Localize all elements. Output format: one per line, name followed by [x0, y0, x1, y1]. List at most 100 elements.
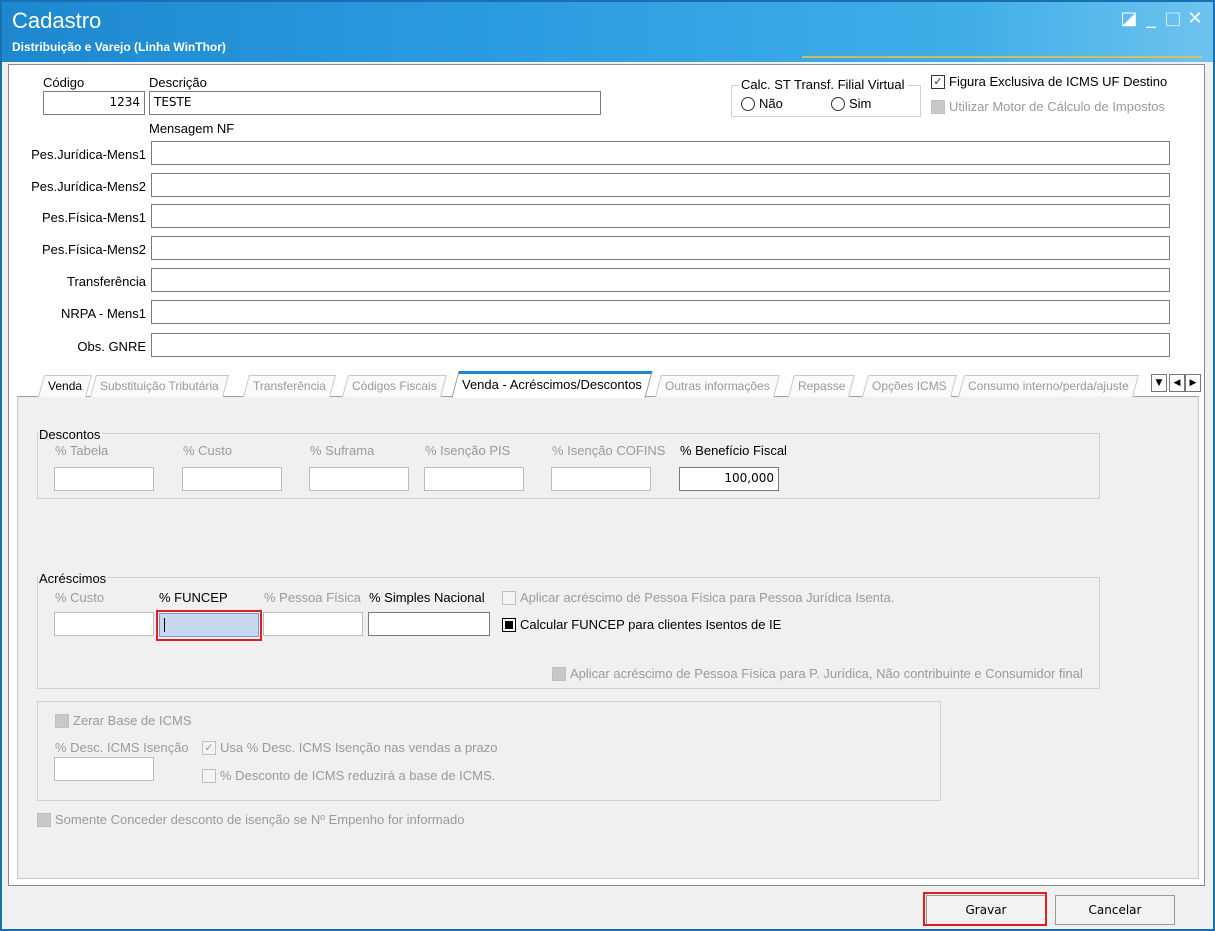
descontos-label: Descontos: [39, 427, 103, 442]
tab-scroll-right-icon[interactable]: ▶: [1185, 374, 1201, 392]
radio-nao[interactable]: [741, 97, 755, 111]
desconto-reduzira-label: % Desconto de ICMS reduzirá a base de IC…: [220, 768, 496, 783]
window-subtitle: Distribuição e Varejo (Linha WinThor): [12, 40, 226, 54]
desc-icms-isencao-input[interactable]: [54, 757, 154, 781]
tab-repasse-label: Repasse: [798, 379, 846, 393]
msg-input-gnre[interactable]: [151, 333, 1170, 357]
close-icon[interactable]: ✕: [1184, 8, 1206, 30]
msg-label-gnre: Obs. GNRE: [77, 339, 146, 354]
restore-icon[interactable]: ◪: [1118, 8, 1140, 30]
window-title: Cadastro: [12, 8, 102, 33]
codigo-label: Código: [43, 75, 85, 90]
tab-outras-informacoes[interactable]: Outras informações: [655, 375, 780, 397]
title-accent-line: [802, 56, 1202, 58]
tab-dropdown-icon[interactable]: ▼: [1151, 374, 1167, 392]
codigo-input[interactable]: 1234: [43, 91, 145, 115]
msg-label-pj1: Pes.Jurídica-Mens1: [31, 147, 146, 162]
desc-isencao-cofins-label: % Isenção COFINS: [552, 443, 666, 458]
msg-input-pf2[interactable]: [151, 236, 1170, 260]
aplicar-pf-pj-isenta-checkbox[interactable]: [502, 591, 516, 605]
acr-custo-input[interactable]: [54, 612, 154, 636]
tab-repasse[interactable]: Repasse: [788, 375, 856, 397]
desc-custo-input[interactable]: [182, 467, 282, 491]
desconto-reduzira-checkbox[interactable]: [202, 769, 216, 783]
msg-label-pf1: Pes.Física-Mens1: [41, 210, 146, 225]
desc-tabela-label: % Tabela: [55, 443, 109, 458]
usa-desc-prazo-checkbox[interactable]: [202, 741, 216, 755]
figura-exclusiva-label: Figura Exclusiva de ICMS UF Destino: [949, 74, 1168, 89]
utilizar-motor-label: Utilizar Motor de Cálculo de Impostos: [949, 99, 1166, 114]
acr-pessoa-fisica-label: % Pessoa Física: [264, 590, 361, 605]
zerar-base-checkbox[interactable]: [55, 714, 69, 728]
aplicar-pf-nao-contribuinte-checkbox[interactable]: [552, 667, 566, 681]
maximize-icon[interactable]: □: [1162, 8, 1184, 30]
acr-custo-label: % Custo: [55, 590, 105, 605]
mensagem-nf-label: Mensagem NF: [149, 121, 235, 136]
desc-suframa-input[interactable]: [309, 467, 409, 491]
desc-beneficio-fiscal-input[interactable]: 100,000: [679, 467, 779, 491]
tab-outras-informacoes-label: Outras informações: [665, 379, 770, 393]
msg-input-pf1[interactable]: [151, 204, 1170, 228]
tab-page-venda-acrescimos: Descontos % Tabela % Custo % Suframa % I…: [17, 397, 1199, 879]
acr-simples-nacional-label: % Simples Nacional: [369, 590, 485, 605]
msg-label-nrpa: NRPA - Mens1: [60, 306, 146, 321]
tab-substituicao[interactable]: Substituição Tributária: [90, 375, 229, 397]
tab-consumo-interno-label: Consumo interno/perda/ajuste: [968, 379, 1129, 393]
descricao-label: Descrição: [149, 75, 207, 90]
cadastro-window: Cadastro Distribuição e Varejo (Linha Wi…: [0, 0, 1215, 931]
msg-label-pf2: Pes.Física-Mens2: [41, 242, 146, 257]
title-bar[interactable]: Cadastro Distribuição e Varejo (Linha Wi…: [2, 2, 1213, 62]
tab-opcoes-icms[interactable]: Opções ICMS: [862, 375, 957, 397]
acr-simples-nacional-input[interactable]: [368, 612, 490, 636]
calcular-funcep-checkbox[interactable]: [502, 618, 516, 632]
desc-beneficio-fiscal-label: % Benefício Fiscal: [680, 443, 787, 458]
form-content: Código 1234 Descrição TESTE Mensagem NF …: [8, 64, 1205, 886]
radio-sim[interactable]: [831, 97, 845, 111]
tab-venda-acrescimos-label: Venda - Acréscimos/Descontos: [462, 377, 642, 392]
usa-desc-prazo-label: Usa % Desc. ICMS Isenção nas vendas a pr…: [220, 740, 498, 755]
somente-conceder-label: Somente Conceder desconto de isenção se …: [55, 812, 465, 827]
figura-exclusiva-checkbox[interactable]: [931, 75, 945, 89]
utilizar-motor-checkbox[interactable]: [931, 100, 945, 114]
tab-substituicao-label: Substituição Tributária: [100, 379, 219, 393]
msg-input-pj1[interactable]: [151, 141, 1170, 165]
desc-isencao-pis-input[interactable]: [424, 467, 524, 491]
tab-scroll-left-icon[interactable]: ◀: [1169, 374, 1185, 392]
desc-icms-isencao-label: % Desc. ICMS Isenção: [55, 740, 189, 755]
tab-venda-acrescimos[interactable]: Venda - Acréscimos/Descontos: [451, 371, 653, 398]
somente-conceder-checkbox[interactable]: [37, 813, 51, 827]
desc-tabela-input[interactable]: [54, 467, 154, 491]
minimize-icon[interactable]: _: [1140, 8, 1162, 30]
msg-label-transferencia: Transferência: [67, 274, 146, 289]
descricao-input[interactable]: TESTE: [149, 91, 601, 115]
acr-pessoa-fisica-input[interactable]: [263, 612, 363, 636]
funcep-highlight: [156, 610, 262, 641]
acrescimos-label: Acréscimos: [39, 571, 109, 586]
tab-codigos-fiscais-label: Códigos Fiscais: [352, 379, 437, 393]
msg-input-nrpa[interactable]: [151, 300, 1170, 324]
aplicar-pf-pj-isenta-label: Aplicar acréscimo de Pessoa Física para …: [520, 590, 895, 605]
aplicar-pf-nao-contribuinte-label: Aplicar acréscimo de Pessoa Física para …: [570, 666, 1083, 681]
acr-funcep-label: % FUNCEP: [159, 590, 228, 605]
desc-custo-label: % Custo: [183, 443, 233, 458]
radio-nao-label: Não: [759, 96, 783, 111]
calcular-funcep-label: Calcular FUNCEP para clientes Isentos de…: [520, 617, 782, 632]
tab-bar: Venda Substituição Tributária Transferên…: [17, 371, 1201, 398]
tab-consumo-interno[interactable]: Consumo interno/perda/ajuste: [958, 375, 1139, 397]
zerar-base-label: Zerar Base de ICMS: [73, 713, 192, 728]
desc-isencao-cofins-input[interactable]: [551, 467, 651, 491]
tab-transferencia-label: Transferência: [253, 379, 326, 393]
tab-venda[interactable]: Venda: [38, 375, 92, 397]
tab-transferencia[interactable]: Transferência: [243, 375, 336, 397]
calc-st-label: Calc. ST Transf. Filial Virtual: [739, 77, 907, 92]
desc-suframa-label: % Suframa: [310, 443, 375, 458]
cancelar-button[interactable]: Cancelar: [1055, 895, 1175, 925]
gravar-highlight: [923, 892, 1047, 926]
tab-opcoes-icms-label: Opções ICMS: [872, 379, 947, 393]
tab-venda-label: Venda: [48, 379, 83, 393]
msg-label-pj2: Pes.Jurídica-Mens2: [31, 179, 146, 194]
msg-input-transferencia[interactable]: [151, 268, 1170, 292]
tab-codigos-fiscais[interactable]: Códigos Fiscais: [342, 375, 447, 397]
radio-sim-label: Sim: [849, 96, 872, 111]
msg-input-pj2[interactable]: [151, 173, 1170, 197]
